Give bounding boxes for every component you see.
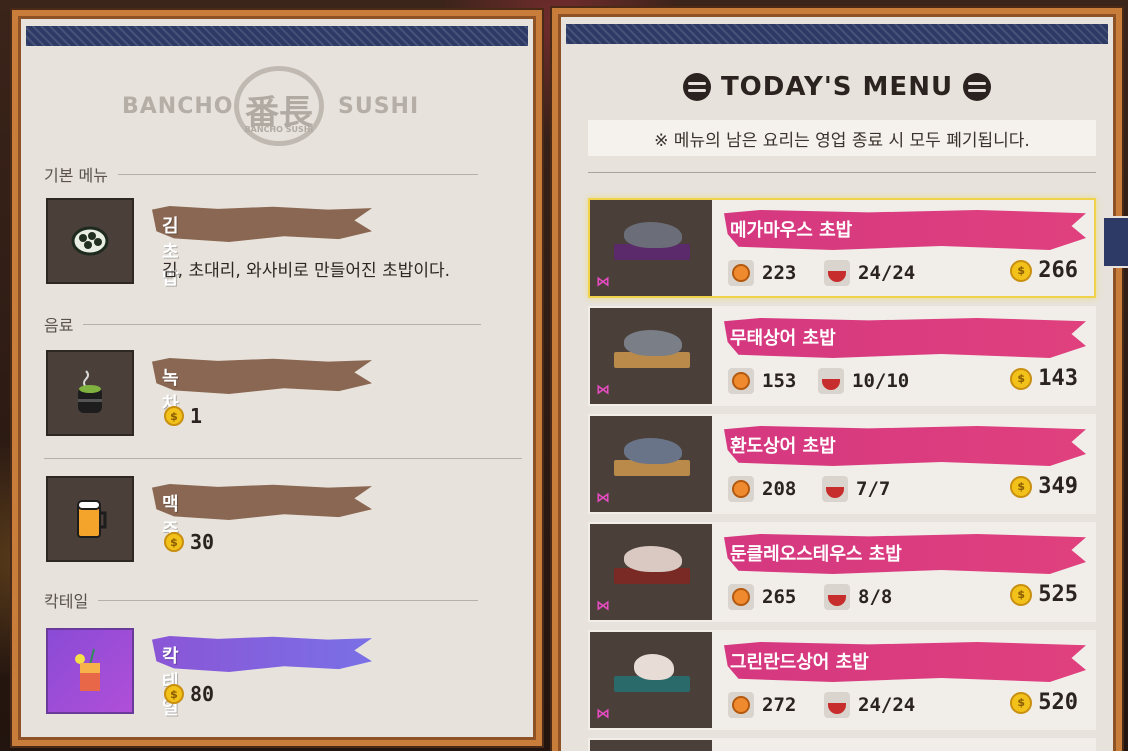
- item-name-brush: [152, 206, 372, 242]
- gimbap-icon: [46, 198, 134, 284]
- stock-stat: 10/10: [818, 368, 909, 394]
- bowl-icon: [824, 692, 850, 718]
- bowl-icon: [818, 368, 844, 394]
- ribbon-icon: ⋈: [596, 706, 610, 722]
- sushi-roll: [634, 654, 674, 680]
- taste-stat: 223: [728, 260, 796, 286]
- dish-name: 메가마우스 초밥: [730, 220, 853, 241]
- taste-face-icon: [728, 692, 754, 718]
- item-description: 김, 초대리, 와사비로 만들어진 초밥이다.: [162, 261, 451, 281]
- panel-header-stripe: [26, 26, 528, 46]
- logo-emblem: 番長 BANCHO SUSHI: [234, 66, 324, 146]
- menu-card-dunkleosteus[interactable]: ⋈ 둔클레오스테우스 초밥 265 8/8 $ 525: [588, 522, 1096, 622]
- todays-menu-panel: TODAY'S MENU ※ 메뉴의 남은 요리는 영업 종료 시 모두 폐기됩…: [552, 8, 1122, 751]
- green-tea-icon: [46, 350, 134, 436]
- item-price: $ 80: [164, 682, 214, 706]
- cocktail-icon: [46, 628, 134, 714]
- bowl-icon: [822, 476, 848, 502]
- coin-icon: $: [164, 684, 184, 704]
- taste-stat: 153: [728, 368, 796, 394]
- menu-card-partial[interactable]: [588, 738, 1096, 751]
- bowl-icon: [824, 584, 850, 610]
- menu-card-mutae[interactable]: ⋈ 무태상어 초밥 153 10/10 $ 143: [588, 306, 1096, 406]
- sushi-thumbnail: ⋈: [590, 200, 712, 296]
- sushi-thumbnail: ⋈: [590, 524, 712, 620]
- taste-stat: 208: [728, 476, 796, 502]
- menu-card-megamouth[interactable]: ⋈ 메가마우스 초밥 223 24/24 $ 266: [588, 198, 1096, 298]
- logo-left-word: BANCHO: [122, 94, 234, 119]
- bancho-sushi-logo: BANCHO 番長 BANCHO SUSHI SUSHI: [118, 66, 438, 152]
- bowl-icon: [824, 260, 850, 286]
- ribbon-icon: ⋈: [596, 274, 610, 290]
- coin-icon: $: [164, 406, 184, 426]
- menu-card-thresher[interactable]: ⋈ 환도상어 초밥 208 7/7 $ 349: [588, 414, 1096, 514]
- stock-stat: 24/24: [824, 260, 915, 286]
- section-title-cocktail: 칵테일: [44, 588, 479, 612]
- panel-header-stripe: [566, 24, 1108, 44]
- wave-icon: [682, 73, 711, 101]
- wave-icon: [963, 73, 992, 101]
- taste-face-icon: [728, 260, 754, 286]
- coin-icon: $: [164, 532, 184, 552]
- dish-price: $ 349: [1010, 474, 1078, 499]
- ribbon-icon: ⋈: [596, 382, 610, 398]
- sushi-thumbnail: ⋈: [590, 308, 712, 404]
- taste-face-icon: [728, 584, 754, 610]
- fish-sushi: [624, 546, 682, 572]
- section-title-drinks: 음료: [44, 312, 482, 336]
- taste-face-icon: [728, 368, 754, 394]
- section-title-basic-menu: 기본 메뉴: [44, 162, 478, 186]
- divider: [588, 172, 1096, 173]
- coin-icon: $: [1010, 475, 1033, 498]
- dish-price: $ 143: [1010, 366, 1078, 391]
- sushi-thumbnail: ⋈: [590, 416, 712, 512]
- logo-sub: BANCHO SUSHI: [244, 125, 314, 134]
- shark-sushi: [624, 330, 682, 356]
- coin-icon: $: [1010, 691, 1033, 714]
- coin-icon: $: [1010, 367, 1033, 390]
- taste-face-icon: [728, 476, 754, 502]
- dish-name: 둔클레오스테우스 초밥: [730, 544, 902, 565]
- coin-icon: $: [1010, 259, 1033, 282]
- disposal-notice: ※ 메뉴의 남은 요리는 영업 종료 시 모두 폐기됩니다.: [588, 120, 1096, 156]
- basic-menu-panel: BANCHO 番長 BANCHO SUSHI SUSHI 기본 메뉴 김 초밥 …: [12, 10, 542, 746]
- todays-menu-title: TODAY'S MENU: [558, 72, 1116, 102]
- menu-card-greenland[interactable]: ⋈ 그린란드상어 초밥 272 24/24 $ 520: [588, 630, 1096, 730]
- item-name: 칵테일: [162, 646, 179, 719]
- item-price: $ 30: [164, 530, 214, 554]
- side-tab-button[interactable]: [1102, 216, 1128, 268]
- ribbon-icon: ⋈: [596, 490, 610, 506]
- stock-stat: 24/24: [824, 692, 915, 718]
- dish-price: $ 266: [1010, 258, 1078, 283]
- shark-sushi: [624, 438, 682, 464]
- taste-stat: 272: [728, 692, 796, 718]
- coin-icon: $: [1010, 583, 1033, 606]
- item-name-brush: [152, 484, 372, 520]
- beer-icon: [46, 476, 134, 562]
- sushi-thumbnail: ⋈: [590, 632, 712, 728]
- dish-name: 그린란드상어 초밥: [730, 652, 869, 673]
- dish-name: 무태상어 초밥: [730, 328, 836, 349]
- dish-price: $ 520: [1010, 690, 1078, 715]
- ribbon-icon: ⋈: [596, 598, 610, 614]
- dish-name: 환도상어 초밥: [730, 436, 836, 457]
- shark-sushi: [624, 222, 682, 248]
- stock-stat: 8/8: [824, 584, 892, 610]
- stock-stat: 7/7: [822, 476, 890, 502]
- dish-price: $ 525: [1010, 582, 1078, 607]
- item-name-brush: [152, 358, 372, 394]
- logo-right-word: SUSHI: [338, 94, 420, 119]
- divider: [44, 458, 522, 459]
- item-name-brush: [152, 636, 372, 672]
- item-price: $ 1: [164, 404, 202, 428]
- taste-stat: 265: [728, 584, 796, 610]
